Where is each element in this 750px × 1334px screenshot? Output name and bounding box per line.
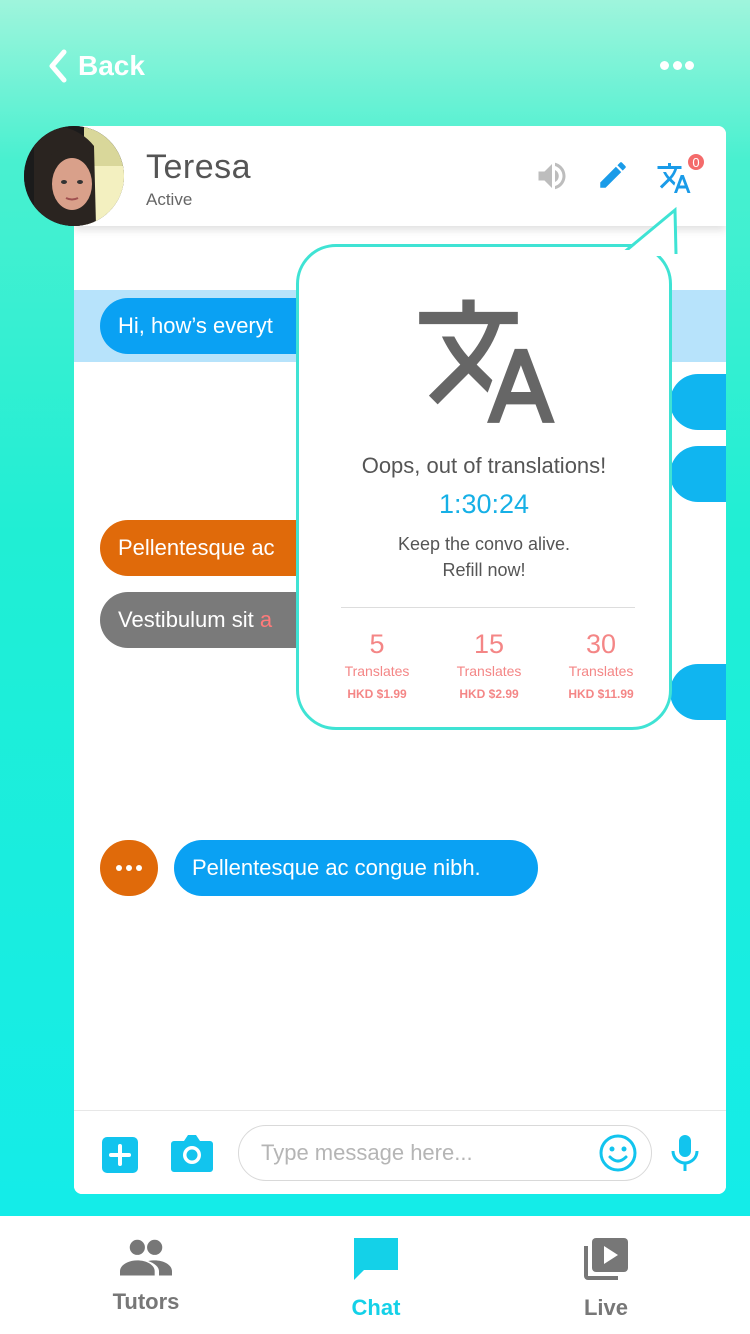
chat-bubble-icon <box>354 1238 398 1280</box>
avatar <box>24 126 124 226</box>
contact-name: Teresa <box>146 148 252 186</box>
tab-chat[interactable]: Chat <box>311 1236 441 1321</box>
message-bubble-sent[interactable] <box>670 664 726 720</box>
emoji-icon[interactable] <box>598 1133 638 1178</box>
bottom-tab-bar: Tutors Chat Live <box>0 1216 750 1334</box>
pack-price: HKD $1.99 <box>347 687 407 701</box>
popup-subtitle: Keep the convo alive. Refill now! <box>299 531 669 583</box>
people-icon <box>120 1239 172 1276</box>
edit-pencil-icon[interactable] <box>596 158 630 197</box>
pack-price: HKD $2.99 <box>459 687 519 701</box>
speaker-icon[interactable] <box>534 158 570 199</box>
camera-icon[interactable] <box>170 1133 214 1178</box>
pack-option-30[interactable]: 30 Translates HKD $11.99 <box>556 629 646 701</box>
tab-label: Tutors <box>112 1289 180 1314</box>
message-text-accent: a <box>259 607 273 632</box>
pack-option-15[interactable]: 15 Translates HKD $2.99 <box>444 629 534 701</box>
more-options-icon[interactable] <box>660 58 694 72</box>
message-text: Vestibulum sit <box>118 607 254 632</box>
pack-unit: Translates <box>344 663 410 679</box>
tab-label: Live <box>583 1295 629 1320</box>
message-bubble-sent[interactable] <box>670 374 726 430</box>
popup-subtitle-line: Refill now! <box>442 560 526 580</box>
tab-live[interactable]: Live <box>541 1236 671 1321</box>
video-library-icon <box>584 1238 628 1280</box>
pack-count: 30 <box>585 629 617 659</box>
chevron-left-icon <box>49 49 67 83</box>
message-input[interactable] <box>238 1125 652 1181</box>
message-bubble-sent[interactable] <box>670 446 726 502</box>
message-bubble[interactable]: Pellentesque ac congue nibh. <box>174 840 538 896</box>
pack-count: 5 <box>369 629 385 659</box>
popup-tail <box>620 206 678 256</box>
divider <box>341 607 635 608</box>
translate-large-icon <box>419 299 555 423</box>
typing-indicator[interactable] <box>100 840 158 896</box>
pack-unit: Translates <box>456 663 522 679</box>
top-bar: Back <box>0 0 750 130</box>
add-attachment-icon[interactable] <box>102 1137 138 1178</box>
back-button[interactable]: Back <box>48 44 145 88</box>
translation-refill-popup: Oops, out of translations! 1:30:24 Keep … <box>296 244 672 730</box>
popup-subtitle-line: Keep the convo alive. <box>397 534 571 554</box>
microphone-icon[interactable] <box>670 1133 700 1178</box>
message-composer <box>74 1110 726 1194</box>
back-label: Back <box>78 50 145 81</box>
popup-title: Oops, out of translations! <box>361 453 607 478</box>
pack-option-5[interactable]: 5 Translates HKD $1.99 <box>332 629 422 701</box>
tab-label: Chat <box>351 1295 401 1320</box>
pack-count: 15 <box>473 629 505 659</box>
pack-price: HKD $11.99 <box>568 687 634 701</box>
translate-count-badge: 0 <box>686 152 706 172</box>
pack-unit: Translates <box>568 663 634 679</box>
contact-status: Active <box>146 190 193 209</box>
tab-tutors[interactable]: Tutors <box>81 1236 211 1315</box>
refill-countdown: 1:30:24 <box>438 489 530 519</box>
